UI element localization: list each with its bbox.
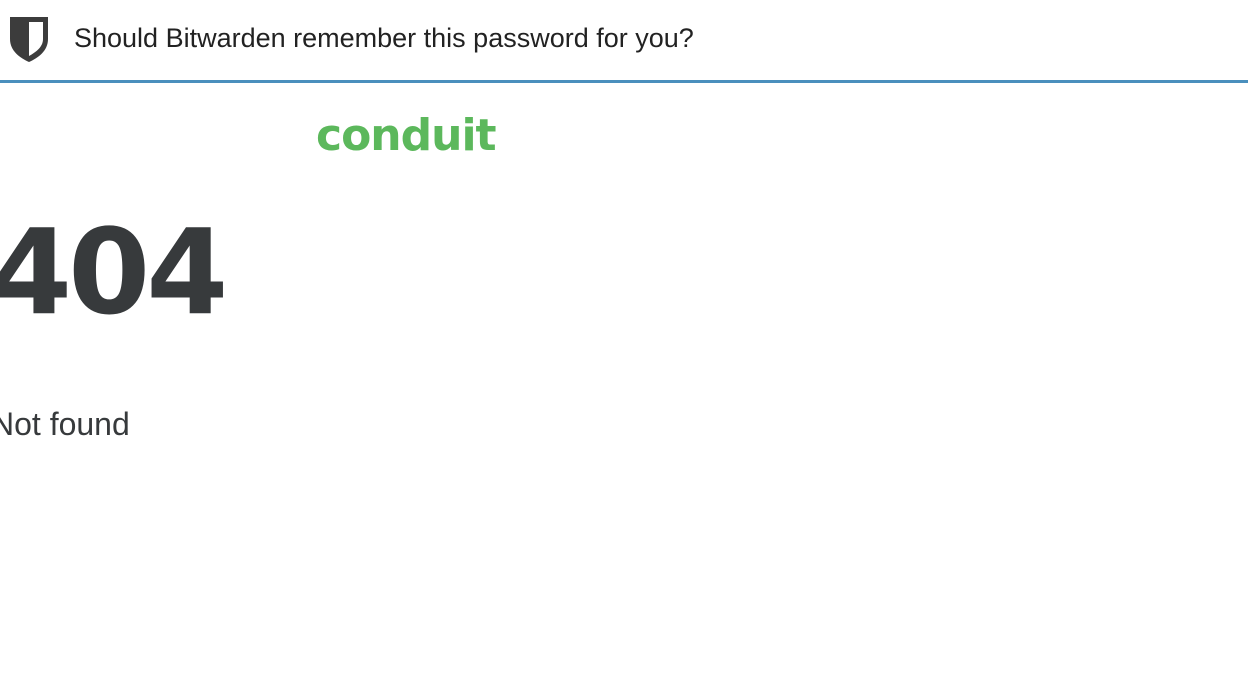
bitwarden-notification-bar: Should Bitwarden remember this password … bbox=[0, 0, 1248, 83]
error-code: 404 bbox=[0, 203, 228, 341]
shield-icon bbox=[10, 17, 48, 62]
notification-message: Should Bitwarden remember this password … bbox=[74, 23, 694, 53]
error-message: Not found bbox=[0, 406, 130, 442]
brand-logo-link[interactable]: conduit bbox=[316, 108, 497, 164]
